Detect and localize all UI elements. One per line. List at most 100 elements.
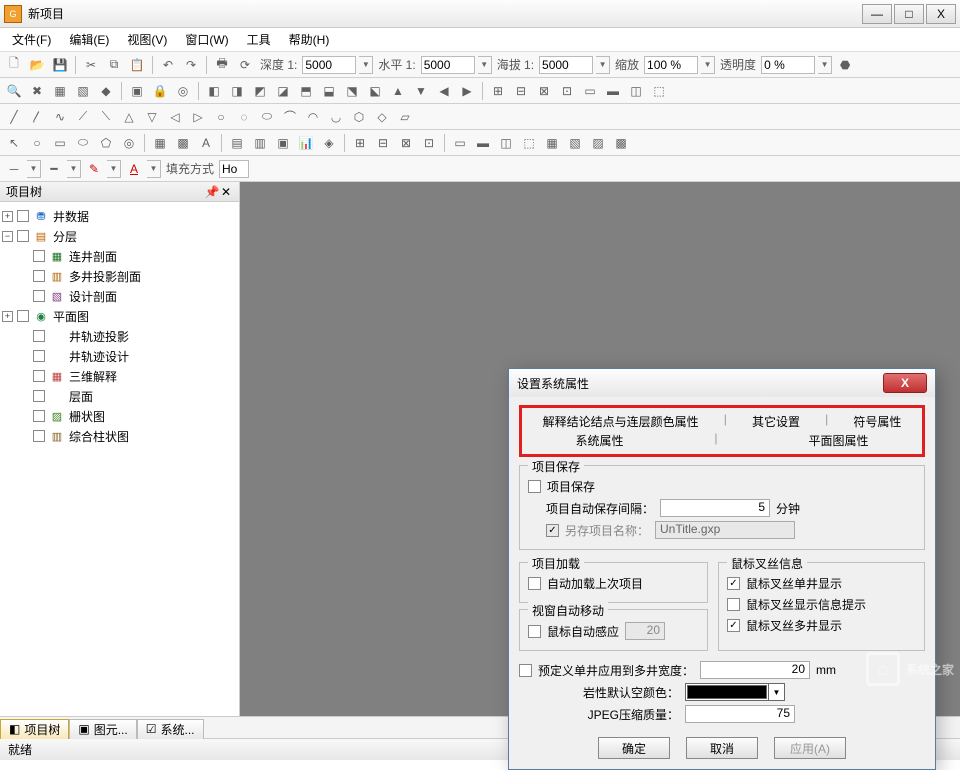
tab-interpret[interactable]: 解释结论结点与连层颜色属性 bbox=[539, 412, 703, 431]
line-icon[interactable]: ╱ bbox=[4, 107, 24, 127]
tb2-icon[interactable]: ⊠ bbox=[534, 81, 554, 101]
tree-item[interactable]: +◉平面图 bbox=[2, 306, 237, 326]
tb4-icon[interactable]: ⊟ bbox=[373, 133, 393, 153]
palette-icon[interactable]: ⬣ bbox=[835, 55, 855, 75]
menu-window[interactable]: 窗口(W) bbox=[179, 29, 234, 50]
tb4-icon[interactable]: ⬠ bbox=[96, 133, 116, 153]
tb4-icon[interactable]: ▦ bbox=[542, 133, 562, 153]
tb4-icon[interactable]: ▧ bbox=[565, 133, 585, 153]
zoom-field[interactable]: 100 % bbox=[644, 56, 698, 74]
tb3-icon[interactable]: ▷ bbox=[188, 107, 208, 127]
maximize-button[interactable]: □ bbox=[894, 4, 924, 24]
tb4-icon[interactable]: ▩ bbox=[173, 133, 193, 153]
tb4-icon[interactable]: ◎ bbox=[119, 133, 139, 153]
tb3-icon[interactable]: ⟍ bbox=[96, 107, 116, 127]
tb3-icon[interactable]: ⬭ bbox=[257, 107, 277, 127]
chart-icon[interactable]: 📊 bbox=[296, 133, 316, 153]
tb2-icon[interactable]: ▧ bbox=[73, 81, 93, 101]
tb2-icon[interactable]: ⊞ bbox=[488, 81, 508, 101]
dropdown-icon[interactable]: ▼ bbox=[27, 160, 41, 178]
depth-dropdown-icon[interactable]: ▼ bbox=[359, 56, 373, 74]
tb4-icon[interactable]: ▤ bbox=[227, 133, 247, 153]
tb2-icon[interactable]: ⊡ bbox=[557, 81, 577, 101]
tree-checkbox[interactable] bbox=[33, 350, 45, 362]
tb4-icon[interactable]: ▨ bbox=[588, 133, 608, 153]
project-tree[interactable]: +⛃井数据−▤分层▦连井剖面▥多井投影剖面▧设计剖面+◉平面图井轨迹投影井轨迹设… bbox=[0, 202, 239, 716]
tree-checkbox[interactable] bbox=[33, 270, 45, 282]
dropdown-icon[interactable]: ▼ bbox=[147, 160, 161, 178]
rock-color-picker[interactable]: ▼ bbox=[685, 683, 785, 701]
cancel-button[interactable]: 取消 bbox=[686, 737, 758, 759]
horiz-field[interactable]: 5000 bbox=[421, 56, 475, 74]
tree-toggle-icon[interactable]: + bbox=[2, 211, 13, 222]
close-button[interactable]: X bbox=[926, 4, 956, 24]
tree-item[interactable]: 层面 bbox=[2, 386, 237, 406]
font-color-icon[interactable]: A bbox=[124, 159, 144, 179]
tb4-icon[interactable]: ⬚ bbox=[519, 133, 539, 153]
jpeg-field[interactable]: 75 bbox=[685, 705, 795, 723]
tb2-icon[interactable]: ◩ bbox=[250, 81, 270, 101]
tab-symbol[interactable]: 符号属性 bbox=[849, 412, 905, 431]
tree-item[interactable]: +⛃井数据 bbox=[2, 206, 237, 226]
tb4-icon[interactable]: ⊡ bbox=[419, 133, 439, 153]
pen-icon[interactable]: ✎ bbox=[84, 159, 104, 179]
tree-item[interactable]: 井轨迹投影 bbox=[2, 326, 237, 346]
text-icon[interactable]: A bbox=[196, 133, 216, 153]
menu-file[interactable]: 文件(F) bbox=[6, 29, 57, 50]
tb3-icon[interactable]: ⌒ bbox=[280, 107, 300, 127]
pointer-icon[interactable]: ↖ bbox=[4, 133, 24, 153]
tb2-icon[interactable]: ⬒ bbox=[296, 81, 316, 101]
chevron-down-icon[interactable]: ▼ bbox=[768, 684, 784, 700]
menu-help[interactable]: 帮助(H) bbox=[283, 29, 336, 50]
btab-project-tree[interactable]: ◧项目树 bbox=[0, 719, 69, 739]
delete-icon[interactable]: ✖ bbox=[27, 81, 47, 101]
tb3-icon[interactable]: △ bbox=[119, 107, 139, 127]
tree-checkbox[interactable] bbox=[33, 370, 45, 382]
tb3-icon[interactable]: ◇ bbox=[372, 107, 392, 127]
predef-width-field[interactable]: 20 bbox=[700, 661, 810, 679]
depth-field[interactable]: 5000 bbox=[302, 56, 356, 74]
tb4-icon[interactable]: ⊞ bbox=[350, 133, 370, 153]
copy-icon[interactable]: ⧉ bbox=[104, 55, 124, 75]
tb2-icon[interactable]: ◨ bbox=[227, 81, 247, 101]
tb3-icon[interactable]: ◠ bbox=[303, 107, 323, 127]
menu-tools[interactable]: 工具 bbox=[241, 29, 277, 50]
tb3-icon[interactable]: ⟋ bbox=[73, 107, 93, 127]
tree-item[interactable]: ▦三维解释 bbox=[2, 366, 237, 386]
btab-system[interactable]: ☑系统... bbox=[137, 719, 204, 739]
tb4-icon[interactable]: ▦ bbox=[150, 133, 170, 153]
tb4-icon[interactable]: ▭ bbox=[450, 133, 470, 153]
pin-icon[interactable]: 📌 bbox=[205, 185, 219, 199]
tree-checkbox[interactable] bbox=[33, 290, 45, 302]
undo-icon[interactable]: ↶ bbox=[158, 55, 178, 75]
minimize-button[interactable]: — bbox=[862, 4, 892, 24]
elev-field[interactable]: 5000 bbox=[539, 56, 593, 74]
paste-icon[interactable]: 📋 bbox=[127, 55, 147, 75]
tb4-icon[interactable]: ◈ bbox=[319, 133, 339, 153]
cut-icon[interactable]: ✂ bbox=[81, 55, 101, 75]
dropdown-icon[interactable]: ▼ bbox=[107, 160, 121, 178]
chk-cross-single[interactable] bbox=[727, 577, 740, 590]
tb2-icon[interactable]: ⬔ bbox=[342, 81, 362, 101]
refresh-icon[interactable]: ⟳ bbox=[235, 55, 255, 75]
btab-element[interactable]: ▣图元... bbox=[69, 719, 136, 739]
tree-checkbox[interactable] bbox=[33, 410, 45, 422]
tb2-icon[interactable]: ◎ bbox=[173, 81, 193, 101]
tree-checkbox[interactable] bbox=[17, 210, 29, 222]
tb2-icon[interactable]: ▭ bbox=[580, 81, 600, 101]
tree-item[interactable]: ▨栅状图 bbox=[2, 406, 237, 426]
tree-item[interactable]: ▧设计剖面 bbox=[2, 286, 237, 306]
tb2-icon[interactable]: ⊟ bbox=[511, 81, 531, 101]
circle-icon[interactable]: ○ bbox=[27, 133, 47, 153]
tab-system[interactable]: 系统属性 bbox=[571, 431, 627, 450]
tab-plan[interactable]: 平面图属性 bbox=[804, 431, 872, 450]
line-style-icon[interactable]: ─ bbox=[4, 159, 24, 179]
tb3-icon[interactable]: ◁ bbox=[165, 107, 185, 127]
tree-checkbox[interactable] bbox=[17, 310, 29, 322]
menu-view[interactable]: 视图(V) bbox=[121, 29, 173, 50]
tree-checkbox[interactable] bbox=[33, 430, 45, 442]
horiz-dropdown-icon[interactable]: ▼ bbox=[478, 56, 492, 74]
canvas-area[interactable]: 设置系统属性 X 解释结论结点与连层颜色属性| 其它设置| 符号属性 系统属性|… bbox=[240, 182, 960, 716]
open-icon[interactable]: 📂 bbox=[27, 55, 47, 75]
tb3-icon[interactable]: ▽ bbox=[142, 107, 162, 127]
